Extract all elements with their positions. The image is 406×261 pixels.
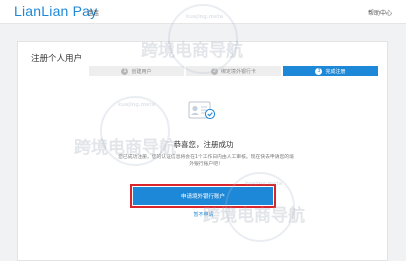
step-label: 创建用户 <box>131 68 152 75</box>
lianlian-pay-logo[interactable]: LianLian Pay <box>14 3 97 19</box>
success-description: 您已成功注册，您的认证信息将会在1个工作日内由人工审核。现在快去申请您的境外银行… <box>118 155 294 167</box>
step-label: 绑定境外银行卡 <box>220 68 256 75</box>
help-center-link[interactable]: 帮助中心 <box>368 8 392 17</box>
id-card-check-icon <box>188 101 216 120</box>
page-title: 注册个人用户 <box>31 54 83 64</box>
step-bind-card: 2 绑定境外银行卡 <box>186 66 281 76</box>
apply-bank-account-button[interactable]: 申请境外银行账户 <box>133 187 273 205</box>
step-create-user: 1 创建用户 <box>89 66 184 76</box>
step-label: 完成注册 <box>325 68 346 75</box>
registration-card: 注册个人用户 1 创建用户 2 绑定境外银行卡 3 完成注册 恭喜您，注册成功 … <box>17 41 388 261</box>
step-number: 3 <box>315 67 323 75</box>
logo-subtitle: 连连 <box>87 10 100 17</box>
top-bar: LianLian Pay 连连 帮助中心 <box>0 0 406 24</box>
step-complete: 3 完成注册 <box>283 66 378 76</box>
step-progress: 1 创建用户 2 绑定境外银行卡 3 完成注册 <box>89 66 378 76</box>
step-number: 1 <box>121 67 129 75</box>
step-number: 2 <box>210 67 218 75</box>
skip-apply-link[interactable]: 暂不申请 <box>18 211 389 218</box>
success-title: 恭喜您，注册成功 <box>173 140 234 149</box>
